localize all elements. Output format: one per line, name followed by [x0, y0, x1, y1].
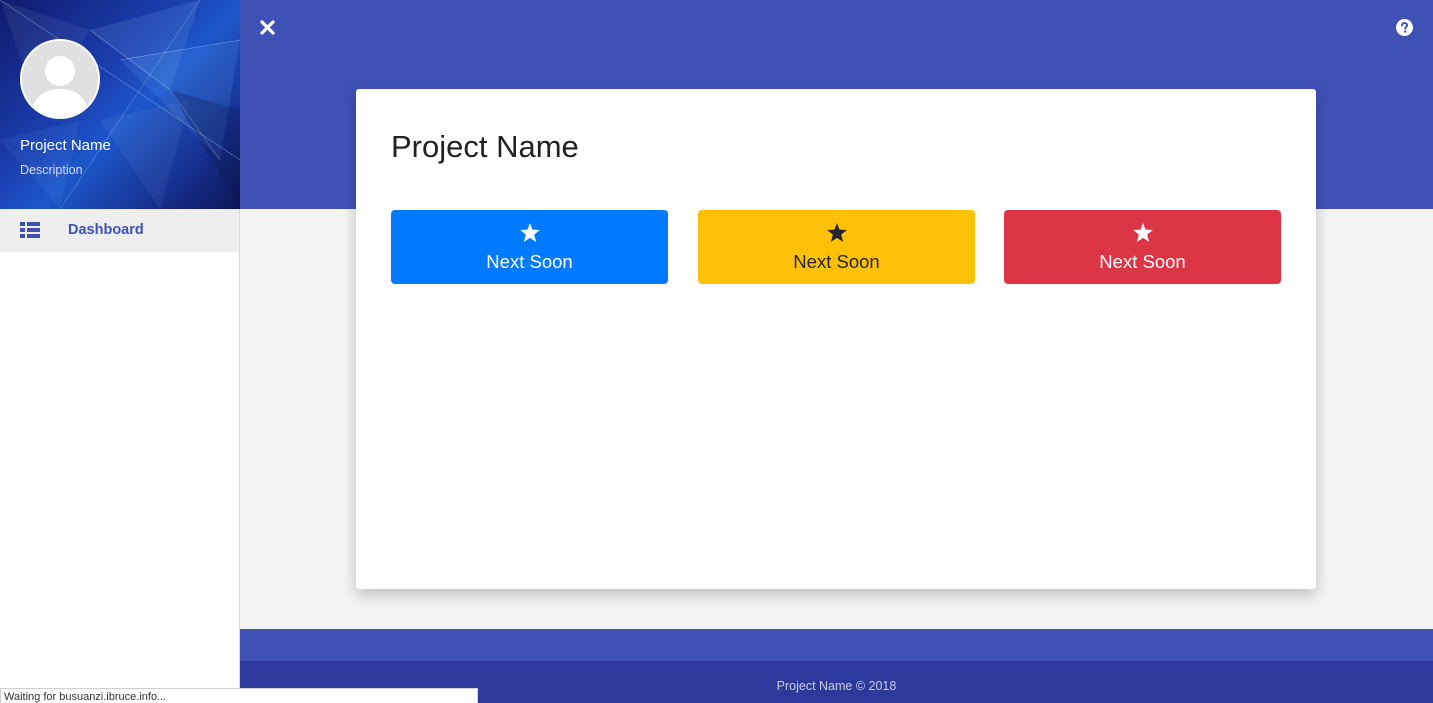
main-card: Project Name Next Soon Next Soon Next So…: [356, 89, 1316, 589]
tile-label: Next Soon: [793, 251, 880, 272]
tile-button-red[interactable]: Next Soon: [1004, 210, 1281, 284]
star-icon: [1132, 223, 1153, 246]
footer-band: [240, 629, 1433, 661]
sidebar: Project Name Description Dashboard: [0, 0, 240, 703]
page-title: Project Name: [391, 129, 579, 164]
tile-button-blue[interactable]: Next Soon: [391, 210, 668, 284]
help-icon[interactable]: [1396, 19, 1413, 40]
profile-description: Description: [20, 163, 83, 177]
close-icon[interactable]: [259, 19, 276, 40]
sidebar-item-label: Dashboard: [68, 222, 144, 238]
browser-status-bar: Waiting for busuanzi.ibruce.info...: [0, 688, 478, 703]
tile-label: Next Soon: [1099, 251, 1186, 272]
star-icon: [519, 223, 540, 246]
user-avatar-icon: [20, 39, 100, 119]
profile-name: Project Name: [20, 137, 111, 154]
sidebar-profile: Project Name Description: [0, 0, 240, 209]
app-root: Project Name Description Dashboard Proje…: [0, 0, 1433, 703]
list-icon: [20, 222, 40, 242]
tile-label: Next Soon: [486, 251, 573, 272]
tile-button-yellow[interactable]: Next Soon: [698, 210, 975, 284]
star-icon: [826, 223, 847, 246]
sidebar-item-dashboard[interactable]: Dashboard: [0, 209, 239, 252]
